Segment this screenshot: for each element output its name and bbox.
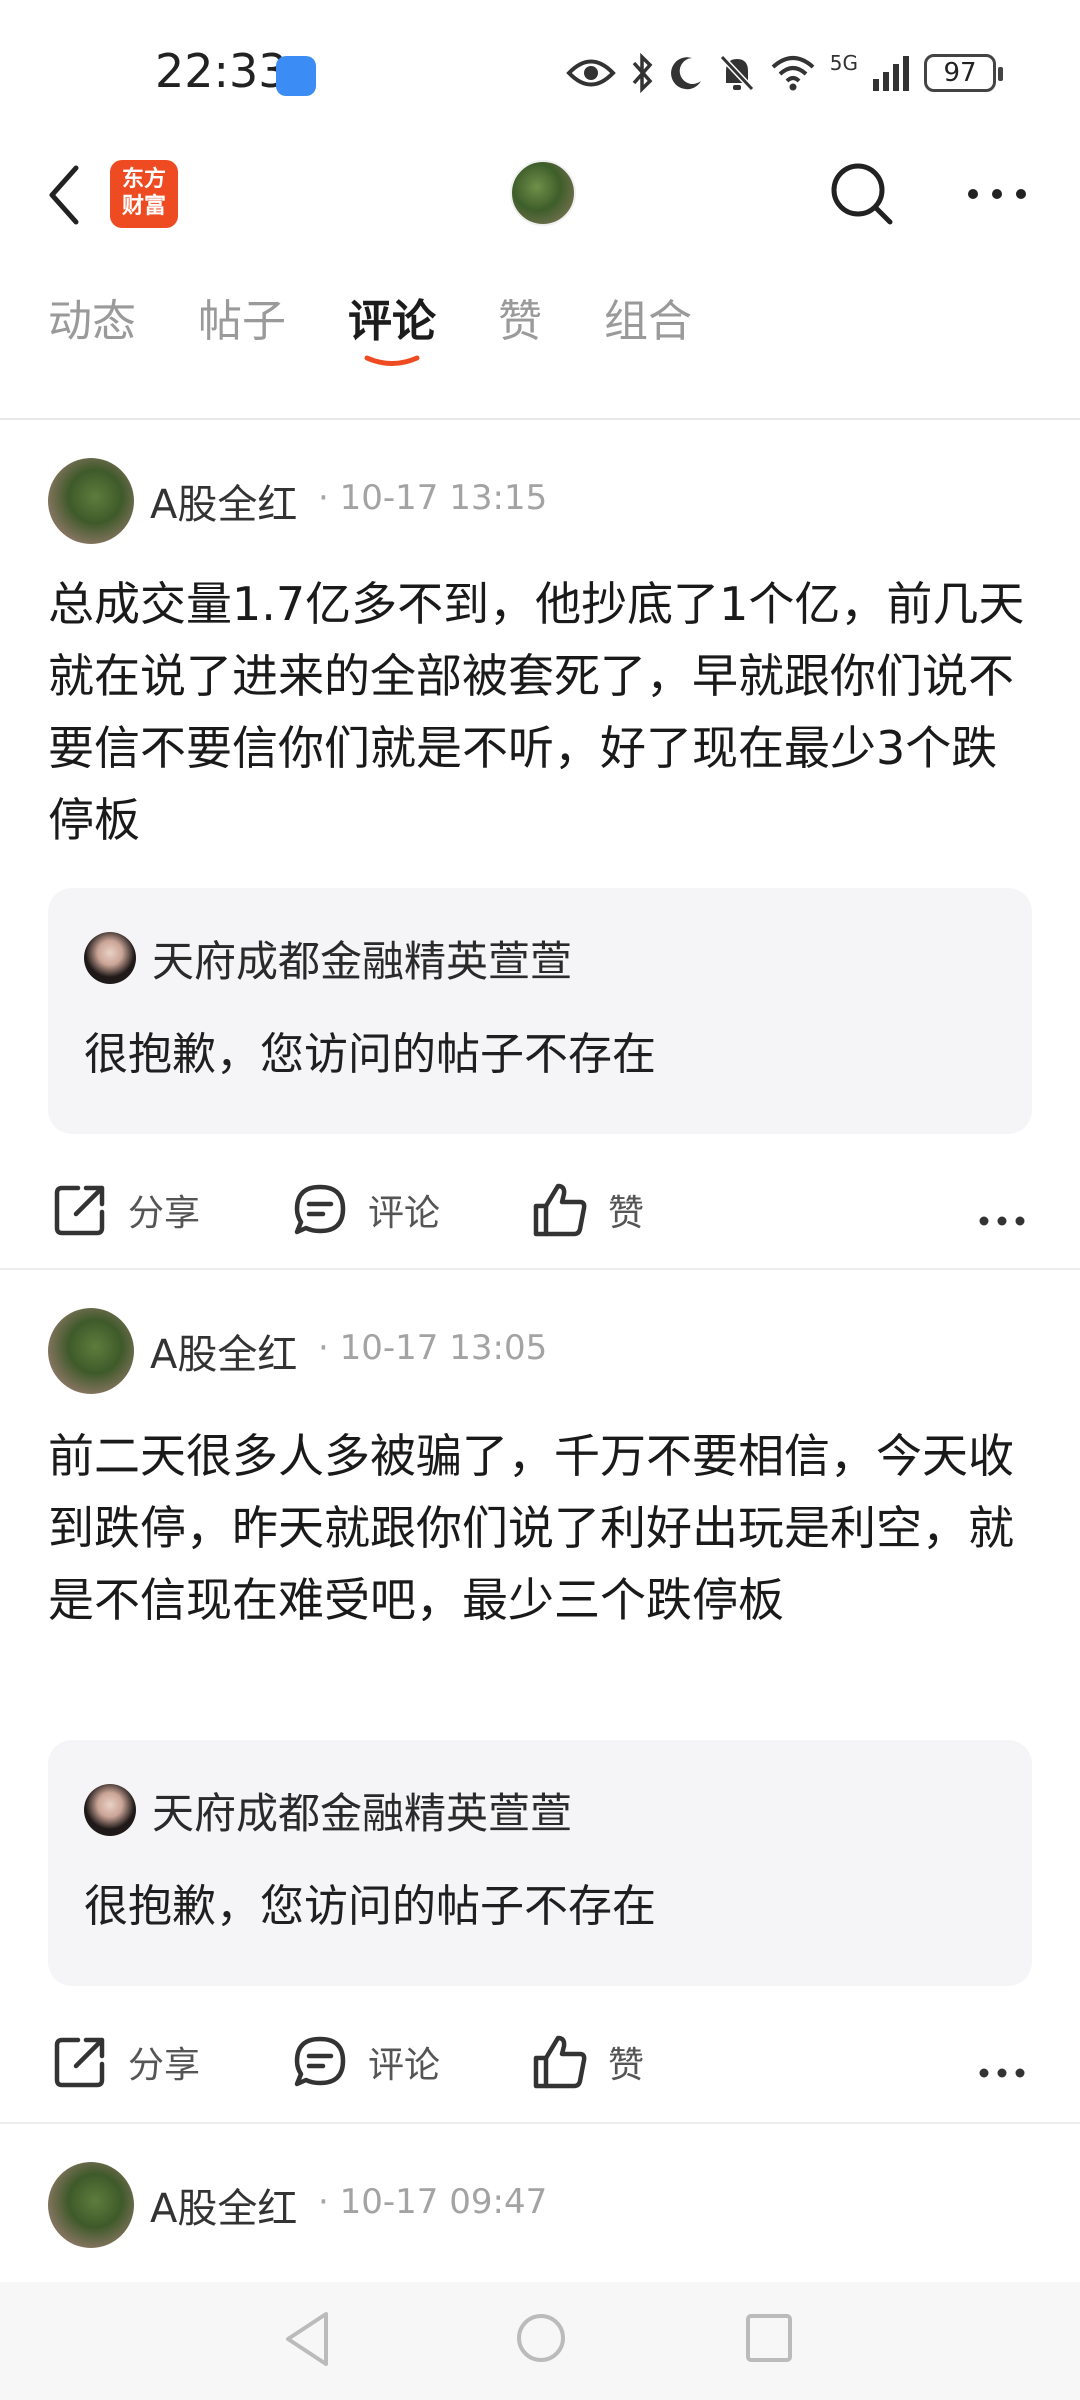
system-recents-icon[interactable] xyxy=(744,2312,794,2364)
share-button[interactable]: 分享 xyxy=(52,1182,200,1238)
system-home-icon[interactable] xyxy=(516,2308,566,2368)
network-type: 5G xyxy=(829,51,858,75)
system-back-icon[interactable] xyxy=(282,2310,332,2368)
tab-activity[interactable]: 动态 xyxy=(48,285,136,349)
action-bar: 分享 评论 赞 xyxy=(0,2034,1080,2114)
share-label: 分享 xyxy=(128,1193,201,1234)
post-time: · 10-17 13:15 xyxy=(318,478,548,518)
logo-text-top: 东方 xyxy=(121,167,166,192)
author-avatar[interactable] xyxy=(48,1308,134,1394)
bluetooth-icon xyxy=(632,53,653,93)
tab-comments[interactable]: 评论 xyxy=(348,285,436,349)
comment-icon xyxy=(294,1184,346,1235)
card-divider xyxy=(0,2122,1080,2124)
author-name[interactable]: A股全红 xyxy=(150,472,297,530)
author-name[interactable]: A股全红 xyxy=(150,2176,297,2234)
quoted-author-avatar xyxy=(84,932,136,984)
more-options-icon[interactable] xyxy=(965,186,1029,202)
more-options-icon[interactable] xyxy=(978,2066,1026,2080)
action-bar: 分享 评论 赞 xyxy=(0,1182,1080,1262)
comment-icon xyxy=(294,2036,346,2087)
thumbs-up-icon xyxy=(533,2035,587,2089)
status-bar: 22:33 5G 97 xyxy=(0,0,1080,140)
comment-label: 评论 xyxy=(368,1193,441,1234)
quoted-author-avatar xyxy=(84,1784,136,1836)
share-icon xyxy=(54,1185,105,1236)
quoted-author-name: 天府成都金融精英萱萱 xyxy=(152,1789,573,1838)
app-logo[interactable]: 东方 财富 xyxy=(110,160,178,228)
comment-button[interactable]: 评论 xyxy=(292,2034,440,2090)
share-label: 分享 xyxy=(128,2045,201,2086)
comment-text[interactable]: 前二天很多人多被骗了，千万不要相信，今天收到跌停，昨天就跟你们说了利好出玩是利空… xyxy=(48,1420,1033,1636)
share-button[interactable]: 分享 xyxy=(52,2034,200,2090)
like-button[interactable]: 赞 xyxy=(532,1182,644,1238)
tab-posts[interactable]: 帖子 xyxy=(198,285,286,349)
moon-icon xyxy=(670,57,701,90)
search-icon[interactable] xyxy=(828,160,896,228)
active-tab-indicator xyxy=(364,355,420,366)
more-options-icon[interactable] xyxy=(978,1214,1026,1228)
profile-tabs: 动态 帖子 评论 赞 组合 xyxy=(0,285,1080,375)
post-time: · 10-17 09:47 xyxy=(318,2182,548,2222)
quoted-post[interactable]: 天府成都金融精英萱萱 很抱歉，您访问的帖子不存在 xyxy=(48,1740,1032,1986)
comment-text[interactable]: 总成交量1.7亿多不到，他抄底了1个亿，前几天就在说了进来的全部被套死了，早就跟… xyxy=(48,568,1033,856)
status-icons: 5G 97 xyxy=(565,48,1003,98)
post-time: · 10-17 13:05 xyxy=(318,1328,548,1368)
author-name[interactable]: A股全红 xyxy=(150,1322,297,1380)
wifi-icon xyxy=(771,56,815,91)
like-label: 赞 xyxy=(608,2045,645,2086)
back-arrow-icon[interactable] xyxy=(44,160,84,230)
tab-likes[interactable]: 赞 xyxy=(498,285,542,349)
quoted-author-name: 天府成都金融精英萱萱 xyxy=(152,937,573,986)
signal-icon xyxy=(873,56,909,91)
like-label: 赞 xyxy=(608,1193,645,1234)
notification-app-icon xyxy=(276,56,316,96)
author-avatar[interactable] xyxy=(48,2162,134,2248)
logo-text-bottom: 财富 xyxy=(121,194,166,219)
share-icon xyxy=(54,2037,105,2088)
like-button[interactable]: 赞 xyxy=(532,2034,644,2090)
comment-button[interactable]: 评论 xyxy=(292,1182,440,1238)
thumbs-up-icon xyxy=(533,1183,587,1237)
profile-avatar[interactable] xyxy=(510,160,576,226)
tabs-divider xyxy=(0,418,1080,420)
card-divider xyxy=(0,1268,1080,1270)
battery-indicator: 97 xyxy=(924,54,1003,92)
tab-portfolio[interactable]: 组合 xyxy=(604,285,692,349)
status-time: 22:33 xyxy=(155,44,288,98)
system-navigation-bar xyxy=(0,2282,1080,2400)
bell-off-icon xyxy=(719,54,754,92)
comment-label: 评论 xyxy=(368,2045,441,2086)
quoted-post-text: 很抱歉，您访问的帖子不存在 xyxy=(84,1881,656,1932)
author-avatar[interactable] xyxy=(48,458,134,544)
quoted-post[interactable]: 天府成都金融精英萱萱 很抱歉，您访问的帖子不存在 xyxy=(48,888,1032,1134)
quoted-post-text: 很抱歉，您访问的帖子不存在 xyxy=(84,1029,656,1080)
eye-icon xyxy=(565,59,616,87)
